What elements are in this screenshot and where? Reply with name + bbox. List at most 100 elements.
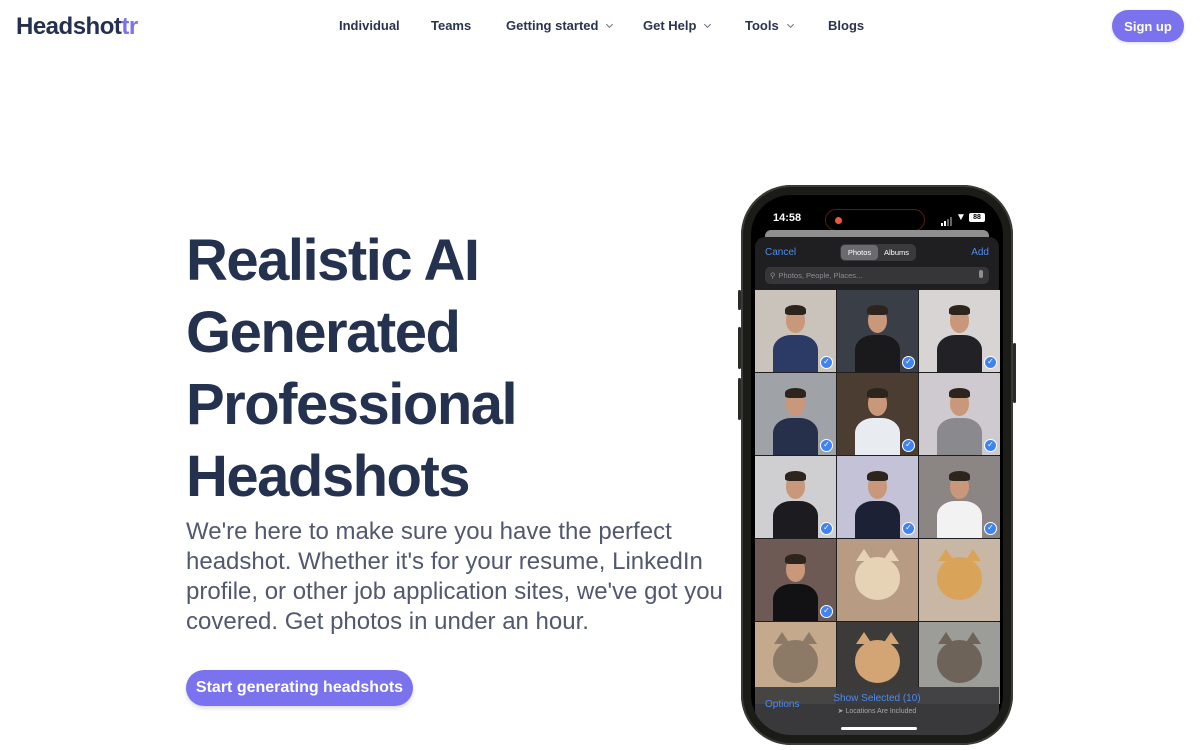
- selected-checkmark-icon[interactable]: ✓: [820, 439, 833, 452]
- headshot-photo-thumbnail[interactable]: ✓: [837, 456, 918, 538]
- person-body: [772, 501, 819, 538]
- tab-albums[interactable]: Albums: [878, 245, 915, 260]
- status-bar: 14:58 ▼ 88: [751, 209, 1003, 231]
- locations-included-note: ➤ Locations Are Included: [837, 708, 917, 715]
- hero-title-line: Headshots: [186, 444, 471, 509]
- phone-power-button: [1013, 343, 1016, 403]
- hero-title-line: Realistic AI: [186, 228, 480, 293]
- cat-head: [936, 640, 983, 683]
- photo-picker-sheet: Cancel Photos Albums Add ⚲ Photos, Peopl…: [755, 237, 1000, 735]
- headshottr-logo[interactable]: Headshottr: [16, 13, 138, 41]
- selected-checkmark-icon[interactable]: ✓: [902, 356, 915, 369]
- person-hair: [948, 387, 971, 398]
- headshot-photo-thumbnail[interactable]: ✓: [837, 290, 918, 372]
- phone-mockup: 14:58 ▼ 88 Cancel Photos Albums Add ⚲ Ph…: [738, 185, 1016, 745]
- selected-checkmark-icon[interactable]: ✓: [984, 439, 997, 452]
- recording-dot-icon: [835, 217, 842, 224]
- photo-search-input[interactable]: ⚲ Photos, People, Places...: [765, 267, 989, 284]
- hero-title: Realistic AI Generated Professional Head…: [186, 225, 746, 513]
- nav-get-help-label: Get Help: [643, 18, 697, 33]
- headshot-photo-thumbnail[interactable]: ✓: [755, 373, 836, 455]
- cat-photo-thumbnail[interactable]: [919, 539, 1000, 621]
- wifi-icon: ▼: [956, 212, 966, 223]
- nav-tools[interactable]: Tools: [745, 18, 794, 33]
- person-body: [936, 418, 983, 455]
- person-body: [936, 501, 983, 538]
- phone-volume-up: [738, 327, 741, 369]
- cat-head: [854, 557, 901, 600]
- nav-individual[interactable]: Individual: [339, 18, 400, 33]
- headshot-photo-thumbnail[interactable]: ✓: [837, 373, 918, 455]
- headshot-photo-thumbnail[interactable]: ✓: [919, 290, 1000, 372]
- hero-title-line: Generated: [186, 300, 461, 365]
- phone-action-button: [738, 290, 741, 310]
- nav-tools-label: Tools: [745, 18, 779, 33]
- start-generating-button[interactable]: Start generating headshots: [186, 670, 413, 706]
- person-hair: [784, 304, 807, 315]
- phone-volume-down: [738, 378, 741, 420]
- selected-checkmark-icon[interactable]: ✓: [820, 522, 833, 535]
- cat-head: [772, 640, 819, 683]
- cellular-signal-icon: [941, 217, 952, 226]
- person-body: [936, 335, 983, 372]
- chevron-down-icon: [786, 20, 794, 28]
- battery-icon: 88: [969, 213, 985, 222]
- person-body: [772, 584, 819, 621]
- dynamic-island: [825, 209, 925, 231]
- person-hair: [948, 304, 971, 315]
- person-body: [772, 418, 819, 455]
- status-time: 14:58: [773, 212, 802, 224]
- show-selected-button[interactable]: Show Selected (10): [755, 693, 999, 704]
- nav-getting-started[interactable]: Getting started: [506, 18, 614, 33]
- person-hair: [866, 470, 889, 481]
- person-hair: [948, 470, 971, 481]
- headshot-photo-thumbnail[interactable]: ✓: [919, 456, 1000, 538]
- search-icon: ⚲: [770, 271, 776, 280]
- chevron-down-icon: [704, 20, 712, 28]
- person-hair: [784, 470, 807, 481]
- cancel-button[interactable]: Cancel: [765, 247, 796, 258]
- person-body: [854, 418, 901, 455]
- home-indicator[interactable]: [841, 727, 917, 730]
- nav-teams[interactable]: Teams: [431, 18, 471, 33]
- nav-teams-label: Teams: [431, 18, 472, 33]
- person-body: [854, 501, 901, 538]
- nav-blogs-label: Blogs: [828, 18, 865, 33]
- tab-photos[interactable]: Photos: [841, 245, 878, 260]
- headshot-photo-thumbnail[interactable]: ✓: [755, 290, 836, 372]
- headshot-photo-thumbnail[interactable]: ✓: [919, 373, 1000, 455]
- logo-main: Headshot: [16, 13, 122, 40]
- photo-grid: ✓ ✓ ✓ ✓ ✓ ✓ ✓ ✓ ✓ ✓: [755, 290, 1000, 704]
- nav-get-help[interactable]: Get Help: [643, 18, 712, 33]
- cat-head: [854, 640, 901, 683]
- add-button[interactable]: Add: [971, 247, 989, 258]
- selected-checkmark-icon[interactable]: ✓: [984, 522, 997, 535]
- person-hair: [866, 304, 889, 315]
- headshot-photo-thumbnail[interactable]: ✓: [755, 456, 836, 538]
- logo-accent: tr: [121, 13, 138, 40]
- person-body: [854, 335, 901, 372]
- selected-checkmark-icon[interactable]: ✓: [984, 356, 997, 369]
- nav-getting-started-label: Getting started: [506, 18, 599, 33]
- photos-albums-segmented-control: Photos Albums: [840, 244, 916, 261]
- headshot-photo-thumbnail[interactable]: ✓: [755, 539, 836, 621]
- search-placeholder: Photos, People, Places...: [778, 271, 863, 280]
- person-hair: [866, 387, 889, 398]
- cat-photo-thumbnail[interactable]: [837, 539, 918, 621]
- selected-checkmark-icon[interactable]: ✓: [820, 605, 833, 618]
- person-hair: [784, 387, 807, 398]
- selected-checkmark-icon[interactable]: ✓: [902, 522, 915, 535]
- nav-blogs[interactable]: Blogs: [828, 18, 864, 33]
- selected-checkmark-icon[interactable]: ✓: [902, 439, 915, 452]
- sign-up-button[interactable]: Sign up: [1112, 10, 1184, 42]
- person-hair: [784, 553, 807, 564]
- chevron-down-icon: [606, 20, 614, 28]
- selected-checkmark-icon[interactable]: ✓: [820, 356, 833, 369]
- phone-screen: 14:58 ▼ 88 Cancel Photos Albums Add ⚲ Ph…: [751, 195, 1003, 735]
- hero-title-line: Professional: [186, 372, 518, 437]
- cat-head: [936, 557, 983, 600]
- person-body: [772, 335, 819, 372]
- top-navbar: Headshottr Individual Teams Getting star…: [0, 0, 1200, 54]
- hero-subtitle: We're here to make sure you have the per…: [186, 518, 723, 635]
- microphone-icon[interactable]: [979, 270, 983, 278]
